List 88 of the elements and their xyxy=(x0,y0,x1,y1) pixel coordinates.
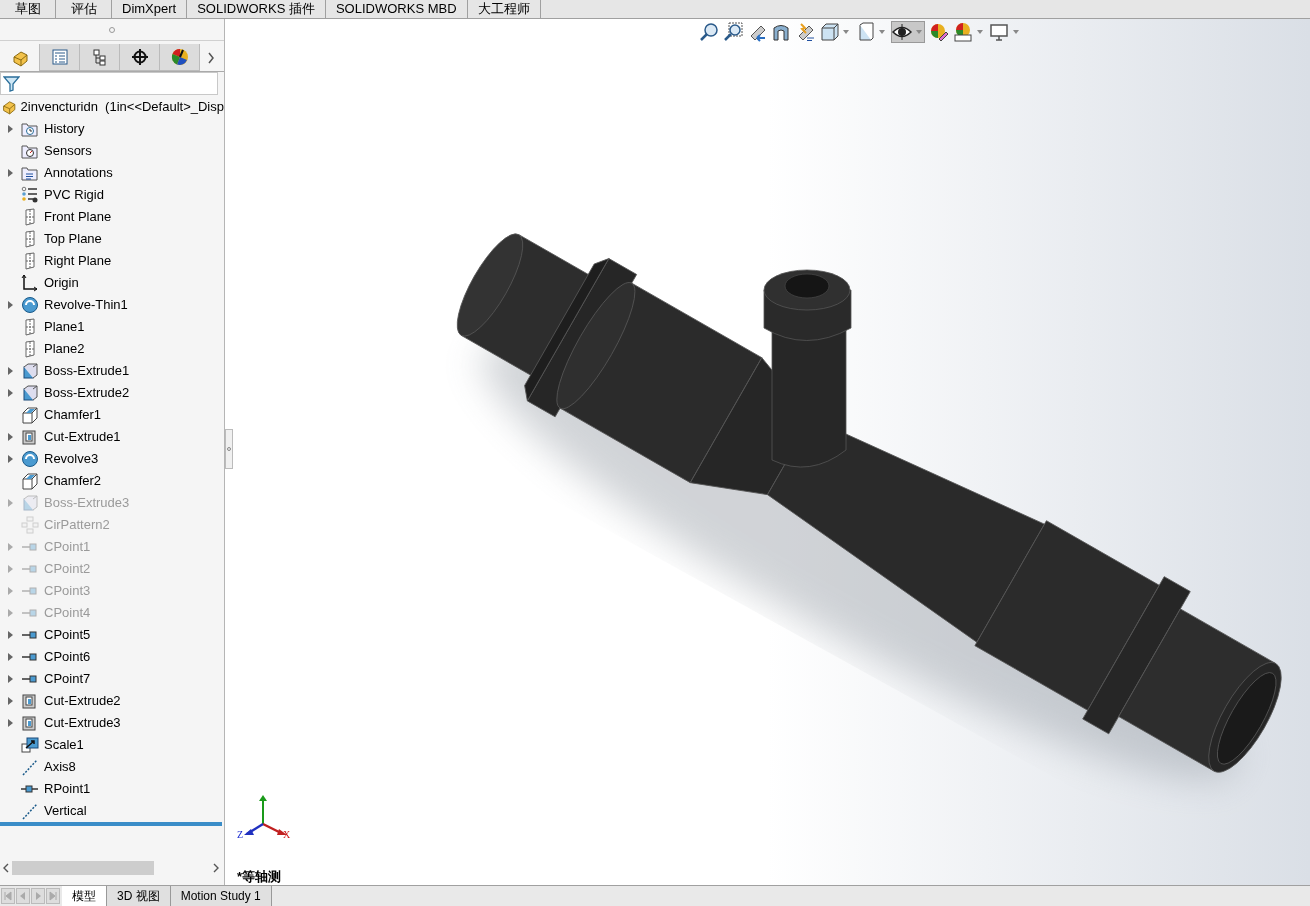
tree-item[interactable]: Vertical xyxy=(44,801,87,821)
revolve-icon xyxy=(21,450,39,468)
revolve-icon xyxy=(21,296,39,314)
extruded-box-icon xyxy=(21,362,39,380)
tree-item[interactable]: PVC Rigid xyxy=(44,185,104,205)
origin-icon xyxy=(21,274,39,292)
tree-item[interactable]: Annotations xyxy=(44,163,113,183)
tree-item[interactable]: Plane1 xyxy=(44,317,85,337)
chamfered-cube-icon xyxy=(21,472,39,490)
expand-arrow-icon[interactable] xyxy=(7,367,13,375)
tree-item[interactable]: History xyxy=(44,119,85,139)
color-wheel-icon xyxy=(170,48,189,66)
horizontal-scrollbar-thumb[interactable] xyxy=(12,861,154,875)
sensor-folder-icon xyxy=(21,142,39,160)
tree-item[interactable]: Origin xyxy=(44,273,79,293)
tree-item[interactable]: RPoint1 xyxy=(44,779,91,799)
circular-pattern-icon xyxy=(21,516,39,534)
material-icon xyxy=(21,186,39,204)
x-axis-label: X xyxy=(283,830,291,840)
expand-arrow-icon[interactable] xyxy=(7,631,13,639)
z-axis-label: Z xyxy=(237,830,244,840)
scale-icon xyxy=(21,736,39,754)
extruded-box-icon xyxy=(21,384,39,402)
property-list-icon xyxy=(50,48,69,66)
tree-item[interactable]: Cut-Extrude2 xyxy=(44,691,121,711)
expand-arrow-icon[interactable] xyxy=(7,455,13,463)
crosshair-icon xyxy=(130,48,149,66)
chamfered-cube-icon xyxy=(21,406,39,424)
expand-arrow-icon[interactable] xyxy=(7,697,13,705)
zoom-area-icon[interactable] xyxy=(723,22,743,42)
expand-arrow-icon[interactable] xyxy=(7,389,13,397)
bottom-tab[interactable]: 3D 视图 xyxy=(107,886,171,906)
view-orientation-icon[interactable] xyxy=(819,22,839,42)
bottom-tab[interactable]: 模型 xyxy=(62,886,107,906)
axis-icon xyxy=(21,758,39,776)
history-folder-icon xyxy=(21,120,39,138)
panel-tab[interactable] xyxy=(120,44,160,71)
dropdown-caret-icon[interactable] xyxy=(843,30,849,34)
tree-item[interactable]: Cut-Extrude3 xyxy=(44,713,121,733)
scene-icon[interactable] xyxy=(953,22,973,42)
expand-arrow-icon[interactable] xyxy=(7,719,13,727)
configuration-tree-icon xyxy=(90,48,109,66)
tree-item[interactable]: Boss-Extrude2 xyxy=(44,383,130,403)
cut-box-icon xyxy=(21,692,39,710)
dropdown-caret-icon[interactable] xyxy=(879,30,885,34)
expand-arrow-icon[interactable] xyxy=(7,169,13,177)
tree-item[interactable]: Chamfer1 xyxy=(44,405,102,425)
axis-icon xyxy=(21,802,39,820)
annotation-folder-icon xyxy=(21,164,39,182)
tree-item[interactable]: Top Plane xyxy=(44,229,102,249)
dropdown-caret-icon[interactable] xyxy=(1013,30,1019,34)
filter-field[interactable] xyxy=(0,72,218,95)
monitor-icon[interactable] xyxy=(989,22,1009,42)
tree-item[interactable]: Chamfer2 xyxy=(44,471,102,491)
part-icon xyxy=(1,98,17,116)
tree-root-item[interactable]: 2invencturidn (1in<<Default>_Disp xyxy=(0,96,224,118)
tree-item[interactable]: Boss-Extrude1 xyxy=(44,361,130,381)
section-view-icon[interactable] xyxy=(771,22,791,42)
tree-item[interactable]: Cut-Extrude1 xyxy=(44,427,121,447)
appearance-icon[interactable] xyxy=(929,22,949,42)
chevron-right-icon[interactable] xyxy=(207,51,215,64)
cut-box-icon xyxy=(21,714,39,732)
filter-icon[interactable] xyxy=(3,75,20,92)
tree-item[interactable]: Sensors xyxy=(44,141,92,161)
tree-item[interactable]: Revolve3 xyxy=(44,449,99,469)
zoom-to-fit-icon[interactable] xyxy=(699,22,719,42)
pipe-model-drawing[interactable] xyxy=(456,233,1282,773)
tree-item[interactable]: Scale1 xyxy=(44,735,84,755)
extruded-box-icon xyxy=(21,494,39,512)
tree-item[interactable]: CPoint7 xyxy=(44,669,91,689)
tree-item[interactable]: Revolve-Thin1 xyxy=(44,295,128,315)
view-orientation-label: *等轴测 xyxy=(237,868,282,886)
tree-item[interactable]: Right Plane xyxy=(44,251,112,271)
expand-arrow-icon[interactable] xyxy=(7,125,13,133)
eye-icon[interactable] xyxy=(892,22,912,42)
tree-item[interactable]: CPoint6 xyxy=(44,647,91,667)
tree-root-label: 2invencturidn (1in<<Default>_Disp xyxy=(20,98,224,117)
expand-arrow-icon[interactable] xyxy=(7,433,13,441)
expand-arrow-icon[interactable] xyxy=(7,301,13,309)
bottom-tab[interactable]: Motion Study 1 xyxy=(170,886,272,906)
expand-arrow-icon[interactable] xyxy=(7,653,13,661)
tree-item[interactable]: Plane2 xyxy=(44,339,85,359)
cut-box-icon xyxy=(21,428,39,446)
tree-item[interactable]: CPoint5 xyxy=(44,625,91,645)
tree-item[interactable]: Front Plane xyxy=(44,207,112,227)
dropdown-caret-icon[interactable] xyxy=(977,30,983,34)
tree-item[interactable]: Axis8 xyxy=(44,757,76,777)
expand-arrow-icon[interactable] xyxy=(7,675,13,683)
